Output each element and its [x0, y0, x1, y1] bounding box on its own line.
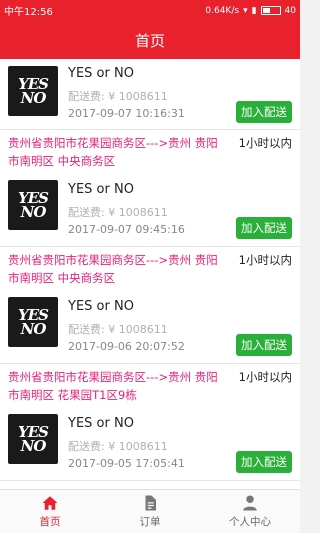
- duration-text: 1小时以内: [238, 370, 292, 384]
- tab-profile-label: 个人中心: [229, 516, 271, 528]
- logo-no-text: NO: [20, 437, 47, 455]
- wifi-icon: ▾: [243, 5, 248, 16]
- route-text: 贵州省贵阳市花果园商务区--->贵州 贵阳市南明区 中央商务区: [8, 136, 218, 168]
- tab-home-label: 首页: [39, 516, 61, 528]
- add-delivery-button[interactable]: 加入配送: [236, 217, 292, 239]
- order-date: 2017-09-07 09:45:16: [68, 223, 185, 236]
- logo-no-text: NO: [20, 89, 47, 107]
- product-name: YES or NO: [68, 416, 134, 431]
- network-speed: 0.64K/s: [205, 5, 240, 16]
- battery-percent: 40: [284, 5, 296, 16]
- product-name: YES or NO: [68, 66, 134, 81]
- duration-text: 1小时以内: [238, 136, 292, 150]
- home-icon: [42, 496, 58, 510]
- order-card: YES NO YES or NO 配送费: ¥ 1008611 2017-09-…: [0, 59, 300, 130]
- add-delivery-button[interactable]: 加入配送: [236, 101, 292, 123]
- delivery-fee: 配送费: ¥ 1008611: [68, 323, 168, 336]
- product-logo: YES NO: [8, 180, 58, 230]
- battery-icon: [260, 6, 281, 15]
- route-text: 贵州省贵阳市花果园商务区--->贵州 贵阳市南明区 花果园T1区9栋: [8, 370, 218, 402]
- duration-text: 1小时以内: [238, 253, 292, 267]
- tab-home[interactable]: 首页: [0, 490, 100, 533]
- status-time: 中午12:56: [4, 7, 53, 18]
- person-icon: [243, 495, 257, 511]
- status-bar: 中午12:56 0.64K/s ▾ ▮ 40: [0, 0, 300, 21]
- title-bar: 首页: [0, 21, 300, 59]
- tab-orders[interactable]: 订单: [100, 490, 200, 533]
- tab-profile[interactable]: 个人中心: [200, 490, 300, 533]
- add-delivery-button[interactable]: 加入配送: [236, 451, 292, 473]
- tab-orders-label: 订单: [139, 516, 161, 528]
- order-card: 贵州省贵阳市花果园商务区--->贵州 贵阳市南明区 中央商务区 1小时以内 YE…: [0, 130, 300, 247]
- order-date: 2017-09-07 10:16:31: [68, 107, 185, 120]
- logo-no-text: NO: [20, 320, 47, 338]
- page-title: 首页: [134, 31, 165, 50]
- product-logo: YES NO: [8, 297, 58, 347]
- delivery-fee: 配送费: ¥ 1008611: [68, 206, 168, 219]
- document-icon: [145, 495, 156, 511]
- bottom-tab-bar: 首页 订单 个人中心: [0, 489, 300, 533]
- add-delivery-button[interactable]: 加入配送: [236, 334, 292, 356]
- order-card: 贵州省贵阳市花果园商务区--->贵州 贵阳市南明区 花果园T1区9栋 1小时以内…: [0, 364, 300, 481]
- product-logo: YES NO: [8, 66, 58, 116]
- signal-icon: ▮: [251, 5, 257, 16]
- route-text: 贵州省贵阳市花果园商务区--->贵州 贵阳市南明区 中央商务区: [8, 253, 218, 285]
- order-list[interactable]: YES NO YES or NO 配送费: ¥ 1008611 2017-09-…: [0, 59, 300, 489]
- logo-no-text: NO: [20, 203, 47, 221]
- order-date: 2017-09-06 20:07:52: [68, 340, 185, 353]
- order-date: 2017-09-05 17:05:41: [68, 457, 185, 470]
- delivery-fee: 配送费: ¥ 1008611: [68, 440, 168, 453]
- product-name: YES or NO: [68, 299, 134, 314]
- product-logo: YES NO: [8, 414, 58, 464]
- delivery-fee: 配送费: ¥ 1008611: [68, 90, 168, 103]
- order-card: 贵州省贵阳市花果园商务区--->贵州 贵阳市南明区 中央商务区 1小时以内 YE…: [0, 247, 300, 364]
- product-name: YES or NO: [68, 182, 134, 197]
